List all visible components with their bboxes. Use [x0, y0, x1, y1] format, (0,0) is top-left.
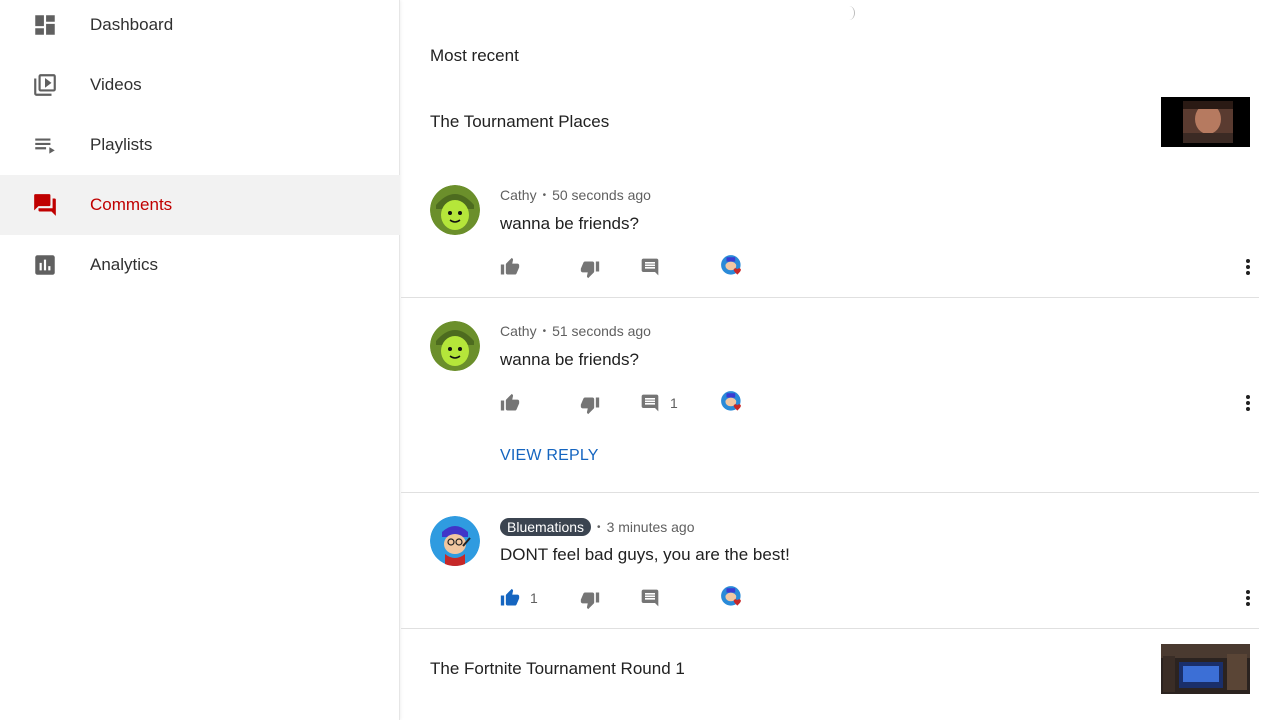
creator-heart-icon: [721, 586, 741, 606]
comment-author-owner-badge[interactable]: Bluemations: [500, 518, 592, 536]
more-options-button[interactable]: [1238, 391, 1258, 415]
sidebar-item-label: Videos: [90, 75, 142, 94]
sidebar: Dashboard Videos Playlists Comments Anal…: [0, 0, 400, 720]
comment-time[interactable]: 51 seconds ago: [552, 323, 651, 339]
heart-button[interactable]: [720, 586, 746, 610]
loading-spinner-icon: [843, 6, 855, 20]
reply-button[interactable]: 1: [640, 391, 678, 415]
avatar-image: [430, 321, 480, 371]
divider: [401, 492, 1259, 493]
comment-actions: 1: [500, 586, 1260, 610]
sidebar-item-label: Playlists: [90, 135, 153, 154]
comments-panel: Most recent The Tournament Places Cathy …: [401, 0, 1280, 720]
comment-actions: 1: [500, 391, 1260, 415]
comment-time[interactable]: 50 seconds ago: [552, 187, 651, 203]
avatar[interactable]: [430, 516, 480, 566]
comment-author[interactable]: Cathy: [500, 323, 537, 339]
sidebar-item-label: Analytics: [90, 255, 159, 274]
video-thumbnail[interactable]: [1161, 644, 1250, 694]
more-options-button[interactable]: [1238, 255, 1258, 279]
dislike-button[interactable]: [580, 257, 600, 281]
avatar-image: [430, 185, 480, 235]
avatar[interactable]: [430, 185, 480, 235]
comment-author[interactable]: Cathy: [500, 187, 537, 203]
videos-icon: [34, 74, 56, 96]
more-vert-icon: [1246, 590, 1250, 606]
thumb-up-icon: [500, 393, 520, 411]
video-title[interactable]: The Fortnite Tournament Round 1: [430, 659, 685, 679]
comment-icon: [641, 258, 659, 276]
sidebar-item-dashboard[interactable]: Dashboard: [0, 0, 400, 55]
like-button[interactable]: [500, 391, 530, 415]
video-thumbnail[interactable]: [1161, 97, 1250, 147]
separator-dot: •: [597, 521, 601, 533]
analytics-icon: [35, 255, 55, 275]
more-options-button[interactable]: [1238, 586, 1258, 610]
comment-icon: [641, 394, 659, 412]
comment-text: wanna be friends?: [500, 350, 639, 369]
comment-meta: Cathy • 51 seconds ago: [500, 323, 651, 339]
heart-button[interactable]: [720, 391, 746, 415]
dislike-button[interactable]: [580, 393, 600, 417]
thumb-down-icon: [580, 397, 600, 415]
reply-count: 1: [670, 395, 678, 411]
comment-text: wanna be friends?: [500, 214, 639, 233]
video-thumbnail-image: [1161, 97, 1250, 147]
comments-icon: [34, 194, 56, 216]
thumb-up-icon: [500, 257, 520, 275]
comment-icon: [641, 589, 659, 607]
sidebar-item-analytics[interactable]: Analytics: [0, 235, 400, 295]
video-thumbnail-image: [1161, 644, 1250, 694]
avatar[interactable]: [430, 321, 480, 371]
more-vert-icon: [1246, 259, 1250, 275]
like-button[interactable]: 1: [500, 586, 538, 610]
like-count: 1: [530, 590, 538, 606]
heart-button[interactable]: [720, 255, 746, 279]
sidebar-item-label: Dashboard: [90, 15, 174, 34]
sidebar-item-videos[interactable]: Videos: [0, 55, 400, 115]
sort-selector[interactable]: Most recent: [430, 46, 519, 66]
avatar-image: [430, 516, 480, 566]
comment-meta: Bluemations • 3 minutes ago: [500, 518, 695, 536]
more-vert-icon: [1246, 395, 1250, 411]
comment-meta: Cathy • 50 seconds ago: [500, 187, 651, 203]
divider: [401, 628, 1259, 629]
playlists-icon: [35, 138, 55, 154]
sidebar-item-label: Comments: [90, 195, 173, 214]
dislike-button[interactable]: [580, 588, 600, 612]
comment-time[interactable]: 3 minutes ago: [607, 519, 695, 535]
like-button[interactable]: [500, 255, 530, 279]
sidebar-item-playlists[interactable]: Playlists: [0, 115, 400, 175]
comment-actions: [500, 255, 1260, 279]
thumb-up-icon: [500, 588, 520, 606]
divider: [401, 297, 1259, 298]
separator-dot: •: [542, 189, 547, 201]
dashboard-icon: [35, 15, 55, 35]
thumb-down-icon: [580, 261, 600, 279]
separator-dot: •: [542, 325, 547, 337]
video-title[interactable]: The Tournament Places: [430, 112, 609, 132]
sidebar-item-comments[interactable]: Comments: [0, 175, 400, 235]
creator-heart-icon: [721, 255, 741, 275]
reply-button[interactable]: [640, 586, 670, 610]
thumb-down-icon: [580, 592, 600, 610]
comment-text: DONT feel bad guys, you are the best!: [500, 545, 790, 564]
creator-heart-icon: [721, 391, 741, 411]
reply-button[interactable]: [640, 255, 670, 279]
view-reply-button[interactable]: VIEW REPLY: [500, 447, 599, 465]
